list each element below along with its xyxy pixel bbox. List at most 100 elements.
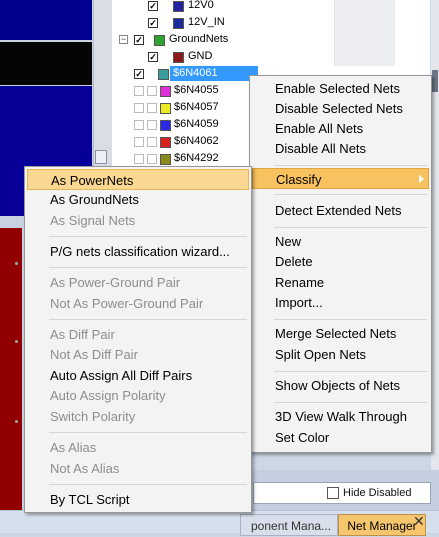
canvas-via	[15, 420, 18, 423]
net-visibility-checkbox[interactable]	[147, 103, 157, 113]
tree-row[interactable]: ✓ 12V0	[112, 0, 430, 15]
net-visibility-checkbox[interactable]	[147, 86, 157, 96]
canvas-red-plane	[0, 228, 22, 532]
menu-item-pg-classification-wizard[interactable]: P/G nets classification wizard...	[27, 241, 249, 262]
net-context-menu: Enable Selected Nets Disable Selected Ne…	[249, 75, 432, 453]
menu-item-not-as-alias: Not As Alias	[27, 458, 249, 479]
menu-item-not-as-diff-pair: Not As Diff Pair	[27, 344, 249, 365]
menu-item-label: As Power-Ground Pair	[50, 275, 181, 290]
net-column-cell	[334, 15, 395, 32]
scroll-thumb[interactable]	[432, 70, 438, 92]
tab-component-manager[interactable]: ponent Mana...	[240, 514, 338, 536]
net-color-swatch	[173, 1, 184, 12]
net-checkbox[interactable]: ✓	[148, 52, 158, 62]
menu-item-classify[interactable]: Classify	[252, 168, 429, 189]
canvas-via	[15, 262, 18, 265]
scroll-thumb[interactable]	[95, 150, 107, 164]
net-checkbox[interactable]	[134, 137, 144, 147]
menu-item-as-diff-pair: As Diff Pair	[27, 324, 249, 345]
menu-item-label: Not As Diff Pair	[50, 347, 138, 362]
net-color-swatch	[160, 103, 171, 114]
net-visibility-checkbox[interactable]	[147, 120, 157, 130]
menu-item-disable-all-nets[interactable]: Disable All Nets	[252, 138, 429, 159]
menu-separator	[274, 319, 427, 320]
hide-disabled-checkbox[interactable]	[327, 487, 339, 499]
tree-row[interactable]: ✓ 12V_IN	[112, 15, 430, 32]
menu-item-label: Merge Selected Nets	[275, 326, 397, 341]
menu-item-3d-view-walk-through[interactable]: 3D View Walk Through	[252, 406, 429, 427]
menu-item-enable-all-nets[interactable]: Enable All Nets	[252, 118, 429, 139]
menu-item-label: As Alias	[50, 440, 97, 455]
classify-submenu: As PowerNets As GroundNets As Signal Net…	[24, 166, 252, 513]
net-checkbox[interactable]	[134, 86, 144, 96]
close-icon[interactable]: ✕	[413, 513, 425, 530]
tree-row[interactable]: ✓ GND	[112, 49, 430, 66]
menu-item-as-signal-nets: As Signal Nets	[27, 210, 249, 231]
menu-item-as-powernets[interactable]: As PowerNets	[27, 169, 249, 190]
menu-item-label: Delete	[275, 254, 313, 269]
tree-vertical-scrollbar[interactable]	[431, 0, 439, 532]
menu-item-label: Rename	[275, 275, 325, 290]
tree-row[interactable]: − ✓ GroundNets	[112, 32, 430, 49]
menu-item-rename[interactable]: Rename	[252, 272, 429, 293]
net-group-label: GroundNets	[169, 33, 229, 45]
menu-item-as-alias: As Alias	[27, 437, 249, 458]
menu-separator	[49, 319, 247, 320]
menu-item-merge-selected-nets[interactable]: Merge Selected Nets	[252, 323, 429, 344]
net-visibility-checkbox[interactable]	[147, 154, 157, 164]
menu-item-as-groundnets[interactable]: As GroundNets	[27, 189, 249, 210]
canvas-blue-shape	[0, 0, 92, 40]
menu-item-not-as-power-ground-pair: Not As Power-Ground Pair	[27, 293, 249, 314]
menu-item-label: Auto Assign All Diff Pairs	[50, 368, 193, 383]
canvas-via	[15, 340, 18, 343]
menu-item-enable-selected-nets[interactable]: Enable Selected Nets	[252, 78, 429, 99]
menu-item-label: Disable Selected Nets	[275, 101, 403, 116]
net-checkbox[interactable]: ✓	[134, 35, 144, 45]
menu-item-label: By TCL Script	[50, 492, 130, 507]
net-checkbox[interactable]: ✓	[148, 18, 158, 28]
net-checkbox[interactable]: ✓	[148, 1, 158, 11]
menu-item-label: Classify	[276, 172, 322, 187]
menu-item-label: Not As Alias	[50, 461, 120, 476]
menu-item-label: Enable All Nets	[275, 121, 364, 136]
menu-separator	[49, 236, 247, 237]
menu-item-delete[interactable]: Delete	[252, 251, 429, 272]
net-color-swatch	[173, 18, 184, 29]
hide-disabled-label: Hide Disabled	[343, 487, 412, 499]
menu-item-label: Switch Polarity	[50, 409, 136, 424]
menu-item-label: Set Color	[275, 430, 330, 445]
net-checkbox[interactable]	[134, 154, 144, 164]
menu-item-by-tcl-script[interactable]: By TCL Script	[27, 489, 249, 510]
menu-separator	[274, 402, 427, 403]
menu-item-show-objects-of-nets[interactable]: Show Objects of Nets	[252, 375, 429, 396]
net-label: 12V_IN	[188, 16, 225, 28]
collapse-icon[interactable]: −	[119, 35, 128, 44]
menu-separator	[274, 165, 427, 166]
menu-separator	[49, 432, 247, 433]
group-color-swatch	[154, 35, 165, 46]
net-checkbox[interactable]	[134, 120, 144, 130]
menu-item-label: As Diff Pair	[50, 327, 115, 342]
menu-separator	[274, 227, 427, 228]
menu-item-label: 3D View Walk Through	[275, 409, 407, 424]
menu-item-new[interactable]: New	[252, 231, 429, 252]
menu-item-import[interactable]: Import...	[252, 292, 429, 313]
net-label: $6N4059	[174, 118, 219, 130]
net-color-swatch	[160, 137, 171, 148]
menu-item-auto-assign-all-diff-pairs[interactable]: Auto Assign All Diff Pairs	[27, 365, 249, 386]
menu-item-set-color[interactable]: Set Color	[252, 427, 429, 448]
net-color-swatch	[160, 120, 171, 131]
menu-item-split-open-nets[interactable]: Split Open Nets	[252, 344, 429, 365]
net-checkbox[interactable]	[134, 103, 144, 113]
hide-disabled-option[interactable]: Hide Disabled	[253, 482, 431, 504]
menu-separator	[274, 371, 427, 372]
menu-item-label: Enable Selected Nets	[275, 81, 401, 96]
net-checkbox[interactable]: ✓	[134, 69, 144, 79]
net-label: $6N4061	[170, 66, 258, 81]
menu-item-label: Not As Power-Ground Pair	[50, 296, 204, 311]
net-visibility-checkbox[interactable]	[147, 137, 157, 147]
menu-item-detect-extended-nets[interactable]: Detect Extended Nets	[252, 200, 429, 221]
menu-item-as-power-ground-pair: As Power-Ground Pair	[27, 272, 249, 293]
net-label: 12V0	[188, 0, 214, 11]
menu-item-disable-selected-nets[interactable]: Disable Selected Nets	[252, 98, 429, 119]
